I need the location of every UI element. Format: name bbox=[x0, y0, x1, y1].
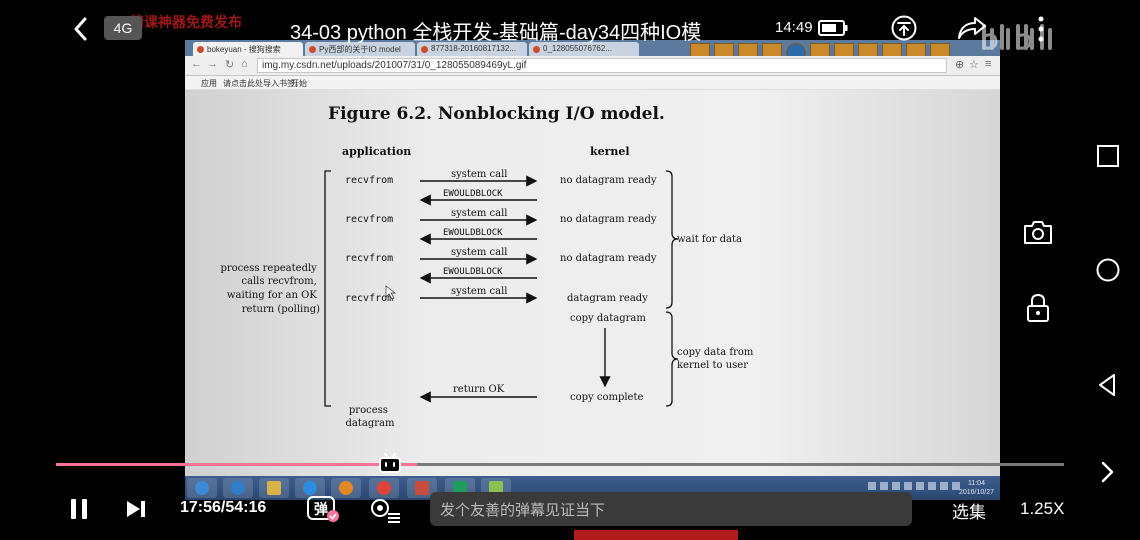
recvfrom-label: recvfrom bbox=[345, 253, 393, 264]
player-controls: 17:56/54:16 弹 发个友善的弹幕见证当下 选集 1.25X bbox=[0, 486, 1140, 532]
picture-in-picture-icon[interactable] bbox=[1094, 142, 1122, 170]
home-circle-icon[interactable] bbox=[1094, 256, 1122, 284]
back-icon[interactable] bbox=[68, 14, 94, 44]
recvfrom-label: recvfrom bbox=[345, 175, 393, 186]
polling-note: process repeatedly calls recvfrom, waiti… bbox=[220, 263, 320, 315]
nonblocking-io-figure: Figure 6.2. Nonblocking I/O model. appli… bbox=[220, 104, 757, 429]
episodes-button[interactable]: 选集 bbox=[952, 498, 986, 523]
ewouldblock-label: EWOULDBLOCK bbox=[443, 267, 503, 277]
danmaku-input[interactable]: 发个友善的弹幕见证当下 bbox=[430, 492, 912, 526]
column-application: application bbox=[342, 145, 411, 158]
nav-back-triangle-icon[interactable] bbox=[1094, 371, 1122, 399]
danmaku-toggle[interactable]: 弹 bbox=[306, 494, 340, 524]
copy-complete-label: copy complete bbox=[570, 392, 643, 403]
no-datagram-label: no datagram ready bbox=[560, 175, 657, 186]
page-content: Figure 6.2. Nonblocking I/O model. appli… bbox=[185, 90, 1000, 478]
network-badge: 4G bbox=[104, 16, 142, 40]
figure-title: Figure 6.2. Nonblocking I/O model. bbox=[328, 104, 665, 124]
chevron-right-icon[interactable] bbox=[1096, 458, 1118, 486]
battery-icon bbox=[818, 20, 848, 36]
video-title: 34-03 python 全栈开发-基础篇-day34四种IO模 bbox=[290, 22, 702, 44]
playback-time: 17:56/54:16 bbox=[180, 499, 267, 516]
no-datagram-label: no datagram ready bbox=[560, 253, 657, 264]
next-episode-icon[interactable] bbox=[124, 498, 148, 520]
system-call-label: system call bbox=[451, 169, 507, 180]
wait-for-data-label: wait for data bbox=[677, 234, 742, 245]
danmaku-toggle-label: 弹 bbox=[314, 501, 328, 517]
watermark-banner bbox=[574, 530, 738, 540]
datagram-ready-label: datagram ready bbox=[567, 293, 648, 304]
screenshot-camera-icon[interactable] bbox=[1022, 218, 1054, 246]
copy-brace bbox=[665, 311, 679, 407]
bilibili-logo bbox=[982, 24, 1052, 50]
system-call-label: system call bbox=[451, 247, 507, 258]
system-call-label: system call bbox=[451, 286, 507, 297]
pin-top-icon[interactable] bbox=[890, 14, 918, 42]
ewouldblock-label: EWOULDBLOCK bbox=[443, 228, 503, 238]
ewouldblock-label: EWOULDBLOCK bbox=[443, 189, 503, 199]
bookmarks-bar: 应用 请点击此处导入书签。 开始 bbox=[185, 76, 1000, 90]
address-field: img.my.csdn.net/uploads/201007/31/0_1280… bbox=[257, 58, 947, 73]
copy-datagram-label: copy datagram bbox=[570, 313, 646, 324]
progress-bar[interactable] bbox=[56, 463, 1064, 466]
no-datagram-label: no datagram ready bbox=[560, 214, 657, 225]
system-call-label: system call bbox=[451, 208, 507, 219]
column-kernel: kernel bbox=[590, 145, 630, 158]
bookmark-apps: 应用 bbox=[201, 79, 217, 88]
tv-progress-thumb-icon[interactable] bbox=[378, 452, 402, 474]
pause-icon[interactable] bbox=[68, 497, 90, 521]
progress-fill bbox=[56, 463, 417, 466]
screen-lock-icon[interactable] bbox=[1024, 292, 1052, 324]
video-frame[interactable]: bokeyuan - 搜狗搜索 Py西部的关于IO model 877318-2… bbox=[185, 40, 1000, 500]
watermark-text: 精课神器免费发布 bbox=[130, 14, 242, 30]
copy-data-label: copy data from kernel to user bbox=[677, 347, 757, 371]
return-ok-label: return OK bbox=[453, 384, 505, 395]
left-bracket bbox=[324, 170, 331, 407]
speed-button[interactable]: 1.25X bbox=[1020, 499, 1064, 519]
bookmark-start: 开始 bbox=[291, 79, 307, 88]
process-datagram-label: process datagram bbox=[346, 405, 395, 429]
player-top-bar: 精课神器免费发布 4G 34-03 python 全栈开发-基础篇-day34四… bbox=[0, 0, 1140, 60]
status-time: 14:49 bbox=[775, 19, 813, 36]
recvfrom-label: recvfrom bbox=[345, 214, 393, 225]
danmaku-settings-icon[interactable] bbox=[368, 496, 402, 524]
